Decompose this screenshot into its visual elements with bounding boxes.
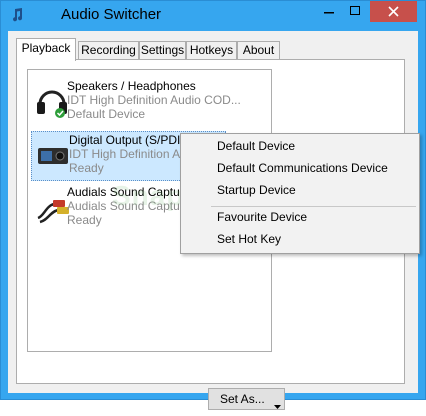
minimize-button[interactable] [316,1,342,22]
menu-item-favourite-device[interactable]: Favourite Device [182,206,418,228]
maximize-button[interactable] [342,1,368,22]
context-menu: Default Device Default Communications De… [180,133,420,254]
list-item-speakers[interactable]: Speakers / Headphones IDT High Definitio… [30,78,241,128]
close-icon [388,6,399,17]
device-name: Digital Output (S/PDIF) [69,133,192,147]
tab-hotkeys[interactable]: Hotkeys [186,41,237,59]
music-note-icon [9,7,25,23]
tab-playback[interactable]: Playback [16,38,76,61]
rca-cable-icon [34,192,70,224]
title-bar[interactable]: Audio Switcher [1,1,425,31]
device-status: Ready [67,213,102,227]
menu-item-label: Set Hot Key [217,232,282,246]
headphones-icon [34,86,70,118]
dropdown-arrow-icon [274,396,281,409]
device-driver: IDT High Definition Audio COD... [67,93,241,107]
tab-about[interactable]: About [237,41,280,59]
close-button[interactable] [370,1,417,22]
device-name: Speakers / Headphones [67,79,196,93]
window-title: Audio Switcher [61,6,162,23]
device-status: Ready [69,161,104,175]
tab-settings[interactable]: Settings [139,41,186,59]
menu-item-label: Default Device [217,139,296,153]
menu-item-default-communications-device[interactable]: Default Communications Device [182,157,418,179]
menu-item-label: Startup Device [217,183,296,197]
menu-item-set-hot-key[interactable]: Set Hot Key [182,228,418,250]
set-as-button[interactable]: Set As... [208,388,285,410]
check-badge-icon [55,108,65,118]
menu-item-default-device[interactable]: Default Device [182,135,418,157]
digital-output-icon [36,140,72,172]
menu-item-label: Default Communications Device [217,161,388,175]
tab-recording[interactable]: Recording [78,41,139,59]
set-as-label: Set As... [220,392,265,406]
menu-item-label: Favourite Device [217,210,308,224]
menu-item-startup-device[interactable]: Startup Device [182,179,418,201]
device-status: Default Device [67,107,146,121]
